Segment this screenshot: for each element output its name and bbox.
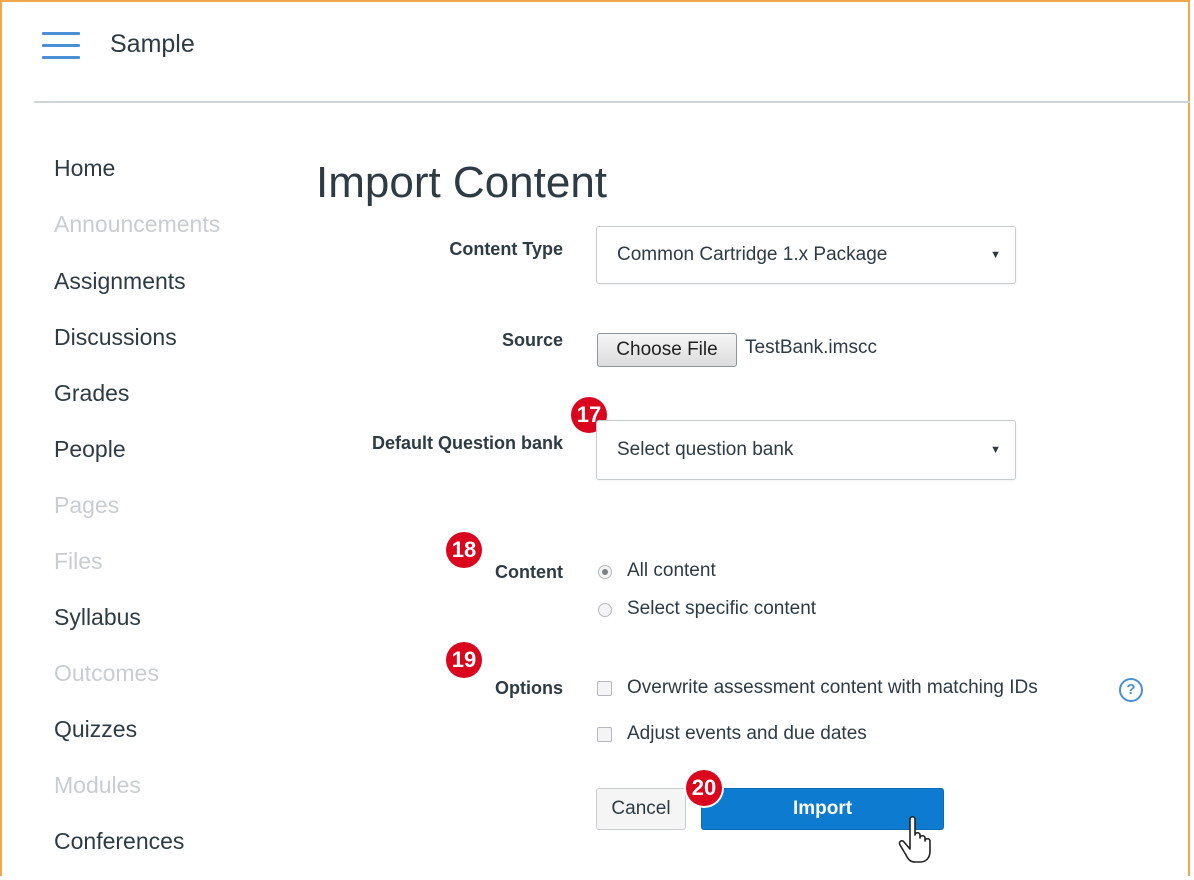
nav-item-discussions[interactable]: Discussions <box>54 324 177 351</box>
course-title: Sample <box>110 30 195 58</box>
nav-item-conferences[interactable]: Conferences <box>54 828 184 855</box>
adjust-dates-checkbox[interactable] <box>597 727 612 742</box>
header-divider <box>34 101 1190 103</box>
source-label: Source <box>501 330 563 350</box>
nav-item-syllabus[interactable]: Syllabus <box>54 604 141 631</box>
callout-badge-18: 18 <box>446 532 482 568</box>
choose-file-button[interactable]: Choose File <box>597 333 737 367</box>
content-type-label: Content Type <box>449 239 563 259</box>
page-title: Import Content <box>316 158 608 207</box>
overwrite-checkbox-label[interactable]: Overwrite assessment content with matchi… <box>627 677 1038 699</box>
radio-select-specific-content[interactable] <box>598 603 612 617</box>
question-bank-value: Select question bank <box>617 439 794 460</box>
options-label: Options <box>495 678 563 698</box>
overwrite-checkbox[interactable] <box>597 681 612 696</box>
nav-item-people[interactable]: People <box>54 436 126 463</box>
nav-item-grades[interactable]: Grades <box>54 380 129 407</box>
nav-item-outcomes[interactable]: Outcomes <box>54 660 159 687</box>
nav-item-files[interactable]: Files <box>54 548 103 575</box>
cancel-button[interactable]: Cancel <box>596 788 686 830</box>
hamburger-menu-icon[interactable] <box>42 32 80 62</box>
help-icon[interactable]: ? <box>1119 678 1143 702</box>
radio-all-content-label[interactable]: All content <box>627 560 716 582</box>
callout-badge-20: 20 <box>686 770 722 806</box>
hand-pointer-icon <box>898 815 931 863</box>
adjust-dates-checkbox-label[interactable]: Adjust events and due dates <box>627 723 867 745</box>
nav-item-quizzes[interactable]: Quizzes <box>54 716 137 743</box>
radio-select-specific-content-label[interactable]: Select specific content <box>627 598 816 620</box>
nav-item-assignments[interactable]: Assignments <box>54 268 186 295</box>
nav-item-announcements[interactable]: Announcements <box>54 211 220 238</box>
selected-file-name: TestBank.imscc <box>745 337 877 358</box>
radio-all-content[interactable] <box>598 565 612 579</box>
callout-badge-19: 19 <box>446 642 482 678</box>
question-bank-select[interactable]: Select question bank ▼ <box>596 420 1016 480</box>
nav-item-home[interactable]: Home <box>54 155 115 182</box>
nav-item-pages[interactable]: Pages <box>54 492 119 519</box>
question-bank-label: Default Question bank <box>371 433 563 453</box>
caret-down-icon: ▼ <box>990 249 1001 261</box>
nav-item-modules[interactable]: Modules <box>54 772 141 799</box>
caret-down-icon: ▼ <box>990 444 1001 456</box>
content-label: Content <box>495 562 563 582</box>
content-type-select[interactable]: Common Cartridge 1.x Package ▼ <box>596 226 1016 284</box>
content-type-value: Common Cartridge 1.x Package <box>617 244 888 265</box>
